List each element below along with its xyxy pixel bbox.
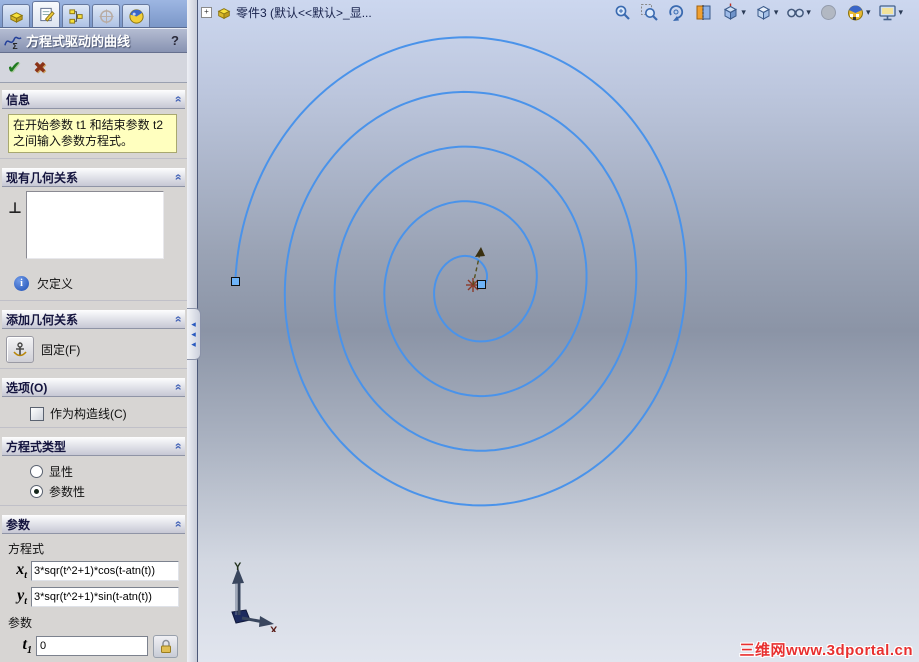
svg-text:Σ: Σ	[13, 41, 18, 50]
property-manager-title-bar: Σ 方程式驱动的曲线 ?	[0, 28, 187, 53]
tab-features[interactable]	[2, 4, 30, 27]
collapse-left-icon: ◂	[191, 339, 196, 349]
collapse-chevron-icon[interactable]: »	[171, 316, 185, 323]
triad-x-label: X	[270, 625, 278, 632]
construction-line-label[interactable]: 作为构造线(C)	[50, 405, 127, 422]
page-title: 方程式驱动的曲线	[26, 34, 131, 49]
parametric-label[interactable]: 参数性	[49, 483, 85, 500]
explicit-label[interactable]: 显性	[49, 463, 73, 480]
collapse-chevron-icon[interactable]: »	[171, 384, 185, 391]
ok-button[interactable]: ✔	[7, 58, 21, 78]
info-header[interactable]: 信息 »	[2, 90, 185, 109]
tab-appearances[interactable]	[122, 4, 150, 27]
collapse-left-icon: ◂	[191, 329, 196, 339]
headsup-view-toolbar: ▾ ▾ ▾ ▾ ▾	[613, 3, 903, 22]
section-view-icon[interactable]	[694, 3, 713, 22]
view-settings-icon[interactable]: ▾	[878, 3, 903, 22]
dropdown-arrow-icon[interactable]: ▾	[866, 7, 871, 18]
tree-expand-icon[interactable]: +	[201, 7, 212, 18]
coordinate-triad: Y X	[231, 561, 278, 632]
info-icon: i	[14, 276, 29, 292]
t1-input[interactable]	[36, 636, 148, 657]
splitter-collapse-handle[interactable]: ◂ ◂ ◂	[187, 308, 201, 360]
t1-label: t1	[22, 635, 32, 657]
tree-item-part[interactable]: 零件3 (默认<<默认>_显...	[236, 4, 372, 21]
existing-relations-header[interactable]: 现有几何关系 »	[2, 168, 185, 188]
section-equation-type: 方程式类型 » 显性 参数性	[0, 437, 187, 507]
watermark: 三维网www.3dportal.cn	[739, 642, 913, 659]
zoom-fit-icon[interactable]	[613, 3, 632, 22]
equation-type-header[interactable]: 方程式类型 »	[2, 437, 185, 457]
dropdown-arrow-icon[interactable]: ▾	[774, 7, 779, 18]
rotate-view-icon[interactable]	[667, 3, 686, 22]
cancel-button[interactable]: ✖	[33, 58, 46, 78]
view-orientation-icon[interactable]: ▾	[721, 3, 746, 22]
curve-start-point[interactable]	[477, 280, 486, 289]
options-header[interactable]: 选项(O) »	[2, 378, 185, 398]
tab-configurations[interactable]	[62, 4, 90, 27]
confirm-row: ✔ ✖	[0, 53, 187, 83]
apply-scene-icon[interactable]	[819, 3, 838, 22]
collapse-chevron-icon[interactable]: »	[171, 521, 185, 528]
fixed-relation-label[interactable]: 固定(F)	[41, 341, 80, 358]
collapse-chevron-icon[interactable]: »	[171, 96, 185, 103]
section-add-relations: 添加几何关系 » 固定(F)	[0, 310, 187, 370]
y-of-t-label: yt	[17, 587, 27, 608]
dropdown-arrow-icon[interactable]: ▾	[806, 7, 811, 18]
parametric-radio[interactable]	[30, 485, 43, 499]
t1-lock-button[interactable]	[153, 634, 178, 658]
solidworks-window: Σ 方程式驱动的曲线 ? ✔ ✖ 信息 » 在开始参数 t1 和结束参数 t2 …	[0, 0, 919, 662]
help-button[interactable]: ?	[167, 33, 183, 48]
spiral-curve[interactable]	[234, 36, 688, 507]
feature-tree-flyout: + 零件3 (默认<<默认>_显...	[201, 4, 372, 21]
explicit-radio[interactable]	[30, 465, 43, 479]
dropdown-arrow-icon[interactable]: ▾	[898, 7, 903, 18]
panel-splitter[interactable]: ◂ ◂ ◂	[187, 0, 201, 662]
section-options: 选项(O) » 作为构造线(C)	[0, 378, 187, 429]
property-manager-tabs	[0, 0, 187, 28]
x-equation-input[interactable]	[31, 561, 179, 582]
sketch-canvas	[234, 36, 688, 507]
tab-properties[interactable]	[32, 1, 60, 27]
collapse-left-icon: ◂	[191, 319, 196, 329]
collapse-chevron-icon[interactable]: »	[171, 443, 185, 450]
y-equation-input[interactable]	[31, 587, 179, 608]
relations-listbox[interactable]	[26, 191, 164, 260]
property-manager-panel: Σ 方程式驱动的曲线 ? ✔ ✖ 信息 » 在开始参数 t1 和结束参数 t2 …	[0, 0, 187, 662]
graphics-viewport[interactable]: + 零件3 (默认<<默认>_显... ▾ ▾ ▾ ▾ ▾ Y X 三维网www.3dp…	[198, 0, 919, 662]
tab-dimxpert[interactable]	[92, 4, 120, 27]
info-message: 在开始参数 t1 和结束参数 t2 之间输入参数方程式。	[8, 114, 177, 154]
parameters-group-label: 参数	[8, 615, 33, 630]
construction-line-checkbox[interactable]	[30, 406, 44, 421]
zoom-area-icon[interactable]	[640, 3, 659, 22]
part-icon	[216, 6, 232, 20]
triad-y-label: Y	[234, 561, 242, 573]
hide-show-items-icon[interactable]: ▾	[786, 3, 811, 22]
dropdown-arrow-icon[interactable]: ▾	[741, 7, 746, 18]
parameters-header[interactable]: 参数 »	[2, 515, 185, 535]
collapse-chevron-icon[interactable]: »	[171, 174, 185, 181]
section-info: 信息 » 在开始参数 t1 和结束参数 t2 之间输入参数方程式。	[0, 90, 187, 160]
equation-group-label: 方程式	[8, 542, 45, 557]
section-parameters: 参数 » 方程式 xt yt 参数 t1	[0, 515, 187, 662]
add-relations-header[interactable]: 添加几何关系 »	[2, 310, 185, 330]
fixed-relation-button[interactable]	[6, 336, 34, 364]
equation-curve-icon: Σ	[4, 33, 23, 51]
curve-end-point[interactable]	[231, 277, 240, 286]
display-style-icon[interactable]: ▾	[754, 3, 779, 22]
edit-appearance-icon[interactable]: ▾	[846, 3, 871, 22]
relations-icon: ⊥	[8, 200, 22, 218]
property-manager-body: 信息 » 在开始参数 t1 和结束参数 t2 之间输入参数方程式。 现有几何关系…	[0, 83, 187, 662]
definition-status: 欠定义	[37, 277, 74, 292]
x-of-t-label: xt	[16, 561, 27, 582]
section-existing-relations: 现有几何关系 » ⊥ i 欠定义	[0, 168, 187, 302]
